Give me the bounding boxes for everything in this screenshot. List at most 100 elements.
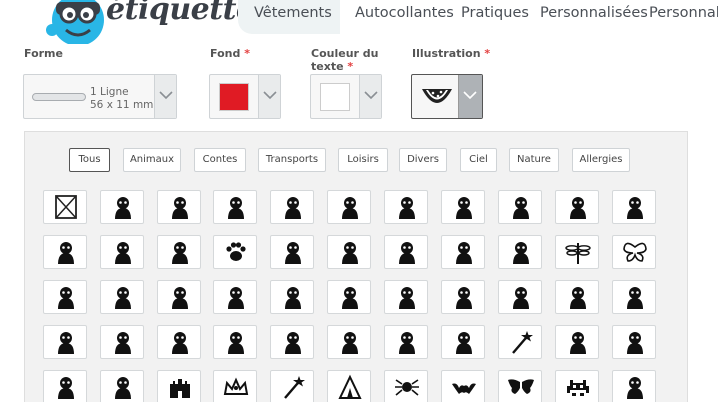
illustration-tile[interactable] (100, 235, 144, 269)
nav-item-personnalis[interactable]: Personnalis (649, 5, 718, 21)
illustration-tile[interactable] (43, 280, 87, 314)
illustration-tile[interactable] (100, 325, 144, 359)
filter-contes[interactable]: Contes (194, 148, 246, 172)
castle-icon (170, 379, 190, 398)
illustration-tile[interactable] (327, 190, 371, 224)
illustration-tile[interactable] (270, 190, 314, 224)
filter-divers[interactable]: Divers (399, 148, 447, 172)
illustration-dropdown-toggle[interactable] (458, 75, 482, 118)
illustration-tile[interactable] (384, 280, 428, 314)
illustration-select[interactable] (411, 74, 483, 119)
illustration-tile[interactable] (270, 325, 314, 359)
illustration-tile[interactable] (157, 325, 201, 359)
illustration-tile[interactable] (612, 325, 656, 359)
illustration-tile[interactable] (612, 235, 656, 269)
illustration-tile[interactable] (327, 280, 371, 314)
illustration-tile[interactable] (441, 280, 485, 314)
illustration-tile[interactable] (384, 190, 428, 224)
illustration-tile[interactable] (441, 325, 485, 359)
filter-tous[interactable]: Tous (69, 148, 110, 172)
butterfly-icon (623, 242, 647, 262)
illustration-tile[interactable] (555, 325, 599, 359)
fond-select[interactable] (209, 74, 281, 119)
illustration-tile[interactable] (100, 370, 144, 402)
couleur-label: Couleur du texte * (311, 47, 378, 73)
illustration-tile[interactable] (157, 235, 201, 269)
illustration-tile[interactable] (100, 280, 144, 314)
filter-animaux[interactable]: Animaux (123, 148, 181, 172)
illustration-tile[interactable] (612, 190, 656, 224)
illustration-tile[interactable] (43, 325, 87, 359)
illustration-tile[interactable] (498, 280, 542, 314)
illustration-tile[interactable] (498, 325, 542, 359)
illustration-tile[interactable] (441, 370, 485, 402)
nav-item-autocollantes[interactable]: Autocollantes (355, 5, 454, 21)
couleur-dropdown-toggle[interactable] (359, 75, 381, 118)
dragonfly-icon (565, 243, 591, 264)
couleur-swatch (320, 83, 350, 111)
hippo-icon (172, 242, 188, 264)
filter-ciel[interactable]: Ciel (460, 148, 497, 172)
rabbit-icon (342, 197, 358, 219)
illustration-tile[interactable] (100, 190, 144, 224)
illustration-tile[interactable] (441, 190, 485, 224)
fairy-wand-icon (512, 331, 533, 354)
filter-allergies[interactable]: Allergies (572, 148, 630, 172)
site-header: étiquette! Vêtements Autocollantes Prati… (0, 0, 718, 44)
cat-icon (115, 197, 131, 219)
illustration-tile[interactable] (327, 370, 371, 402)
illustration-tile[interactable] (43, 370, 87, 402)
chevron-down-icon (463, 91, 477, 100)
illustration-tile[interactable] (555, 235, 599, 269)
nav-item-personnalisees[interactable]: Personnalisées (540, 5, 648, 21)
illustration-tile[interactable] (213, 280, 257, 314)
illustration-tile[interactable] (612, 280, 656, 314)
princess-icon (228, 332, 244, 354)
illustration-tile[interactable] (384, 370, 428, 402)
illustration-tile[interactable] (270, 370, 314, 402)
illustration-tile[interactable] (327, 235, 371, 269)
illustration-tile[interactable] (555, 280, 599, 314)
dinosaur-icon (456, 287, 472, 309)
illustration-tile[interactable] (157, 280, 201, 314)
illustration-tile[interactable] (157, 190, 201, 224)
filter-nature[interactable]: Nature (509, 148, 559, 172)
fond-dropdown-toggle[interactable] (258, 75, 280, 118)
couleur-select[interactable] (310, 74, 382, 119)
illustration-tile[interactable] (555, 370, 599, 402)
required-marker: * (347, 60, 354, 73)
illustration-tile[interactable] (327, 325, 371, 359)
forme-value-line1: 1 Ligne (90, 86, 129, 98)
illustration-tile[interactable] (441, 235, 485, 269)
illustration-tile[interactable] (213, 235, 257, 269)
superhero-icon (342, 332, 358, 354)
illustration-tile[interactable] (498, 235, 542, 269)
forme-select[interactable]: 1 Ligne 56 x 11 mm (23, 74, 177, 119)
illustration-tile[interactable] (213, 370, 257, 402)
illustration-tile[interactable] (555, 190, 599, 224)
illustration-tile[interactable] (43, 235, 87, 269)
nav-item-pratiques[interactable]: Pratiques (461, 5, 529, 21)
illustration-tile[interactable] (213, 190, 257, 224)
illustration-tile[interactable] (384, 235, 428, 269)
brontosaurus-icon (513, 287, 529, 309)
sheep-icon (627, 197, 643, 219)
category-filters: Tous Animaux Contes Transports Loisirs D… (0, 148, 718, 172)
deer-icon (570, 197, 586, 219)
forme-dropdown-toggle[interactable] (154, 75, 176, 118)
skull-icon (627, 377, 643, 399)
main-nav: Vêtements Autocollantes Pratiques Person… (0, 0, 718, 34)
chevron-down-icon (263, 91, 277, 100)
illustration-tile[interactable] (384, 325, 428, 359)
filter-transports[interactable]: Transports (258, 148, 326, 172)
illustration-tile[interactable] (498, 370, 542, 402)
illustration-tile[interactable] (213, 325, 257, 359)
filter-loisirs[interactable]: Loisirs (338, 148, 388, 172)
illustration-tile[interactable] (43, 190, 87, 224)
illustration-tile[interactable] (270, 235, 314, 269)
illustration-tile[interactable] (612, 370, 656, 402)
illustration-tile[interactable] (157, 370, 201, 402)
illustration-tile[interactable] (270, 280, 314, 314)
nav-item-vetements[interactable]: Vêtements (254, 5, 332, 21)
illustration-tile[interactable] (498, 190, 542, 224)
